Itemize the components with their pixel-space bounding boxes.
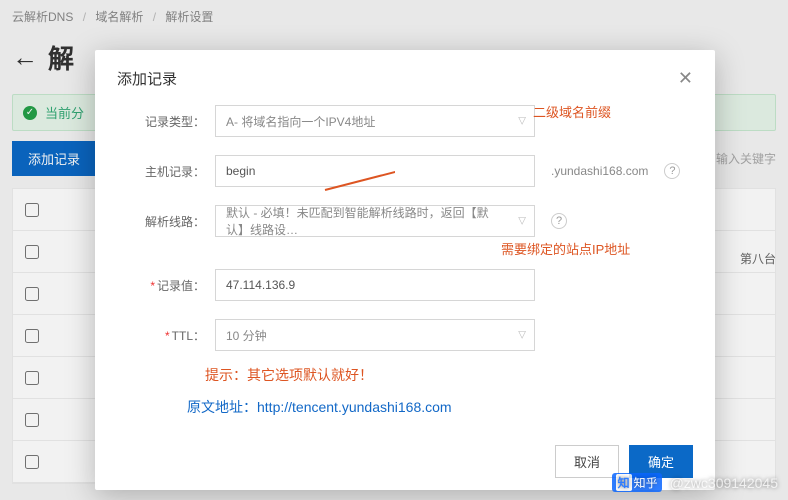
field-record-value: *记录值： bbox=[125, 269, 685, 301]
input-host-record[interactable] bbox=[215, 155, 535, 187]
chevron-down-icon: ▽ bbox=[518, 216, 526, 227]
field-host-record: 主机记录： .yundashi168.com ? bbox=[125, 155, 685, 187]
select-resolve-line[interactable]: 默认 - 必填！未匹配到智能解析线路时，返回【默认】线路设… ▽ bbox=[215, 205, 535, 237]
annotation-subdomain-prefix: 二级域名前缀 bbox=[533, 102, 611, 121]
select-resolve-line-value: 默认 - 必填！未匹配到智能解析线路时，返回【默认】线路设… bbox=[226, 204, 506, 238]
input-record-value-text[interactable] bbox=[226, 278, 506, 292]
select-record-type[interactable]: A- 将域名指向一个IPV4地址 ▽ bbox=[215, 105, 535, 137]
field-record-type: 记录类型： A- 将域名指向一个IPV4地址 ▽ 二级域名前缀 bbox=[125, 105, 685, 137]
help-icon[interactable]: ? bbox=[664, 163, 680, 179]
label-ttl: *TTL： bbox=[125, 327, 205, 344]
label-resolve-line: 解析线路： bbox=[125, 213, 205, 230]
zhihu-icon: 知知乎知乎 bbox=[612, 473, 662, 492]
watermark: 知知乎知乎 @zwc309142045 bbox=[612, 473, 778, 492]
label-host-record: 主机记录： bbox=[125, 163, 205, 180]
add-record-modal: 添加记录 ✕ 记录类型： A- 将域名指向一个IPV4地址 ▽ 二级域名前缀 主… bbox=[95, 50, 715, 490]
chevron-down-icon: ▽ bbox=[518, 330, 526, 341]
input-record-value[interactable] bbox=[215, 269, 535, 301]
host-record-suffix: .yundashi168.com bbox=[551, 164, 648, 178]
modal-title: 添加记录 bbox=[117, 68, 177, 89]
tip-text: 提示：其它选项默认就好！ bbox=[205, 365, 693, 385]
close-icon[interactable]: ✕ bbox=[678, 68, 693, 89]
select-ttl[interactable]: 10 分钟 ▽ bbox=[215, 319, 535, 351]
field-ttl: *TTL： 10 分钟 ▽ bbox=[125, 319, 685, 351]
label-record-type: 记录类型： bbox=[125, 113, 205, 130]
annotation-site-ip: 需要绑定的站点IP地址 bbox=[501, 239, 630, 258]
watermark-user: @zwc309142045 bbox=[670, 475, 778, 491]
field-resolve-line: 解析线路： 默认 - 必填！未匹配到智能解析线路时，返回【默认】线路设… ▽ ?… bbox=[125, 205, 685, 237]
help-icon[interactable]: ? bbox=[551, 213, 567, 229]
label-record-value: *记录值： bbox=[125, 277, 205, 294]
select-ttl-value: 10 分钟 bbox=[226, 327, 267, 344]
select-record-type-value: A- 将域名指向一个IPV4地址 bbox=[226, 113, 375, 130]
input-host-record-text[interactable] bbox=[226, 164, 506, 178]
chevron-down-icon: ▽ bbox=[518, 116, 526, 127]
cancel-button[interactable]: 取消 bbox=[555, 445, 619, 478]
origin-link[interactable]: 原文地址：http://tencent.yundashi168.com bbox=[187, 397, 693, 417]
